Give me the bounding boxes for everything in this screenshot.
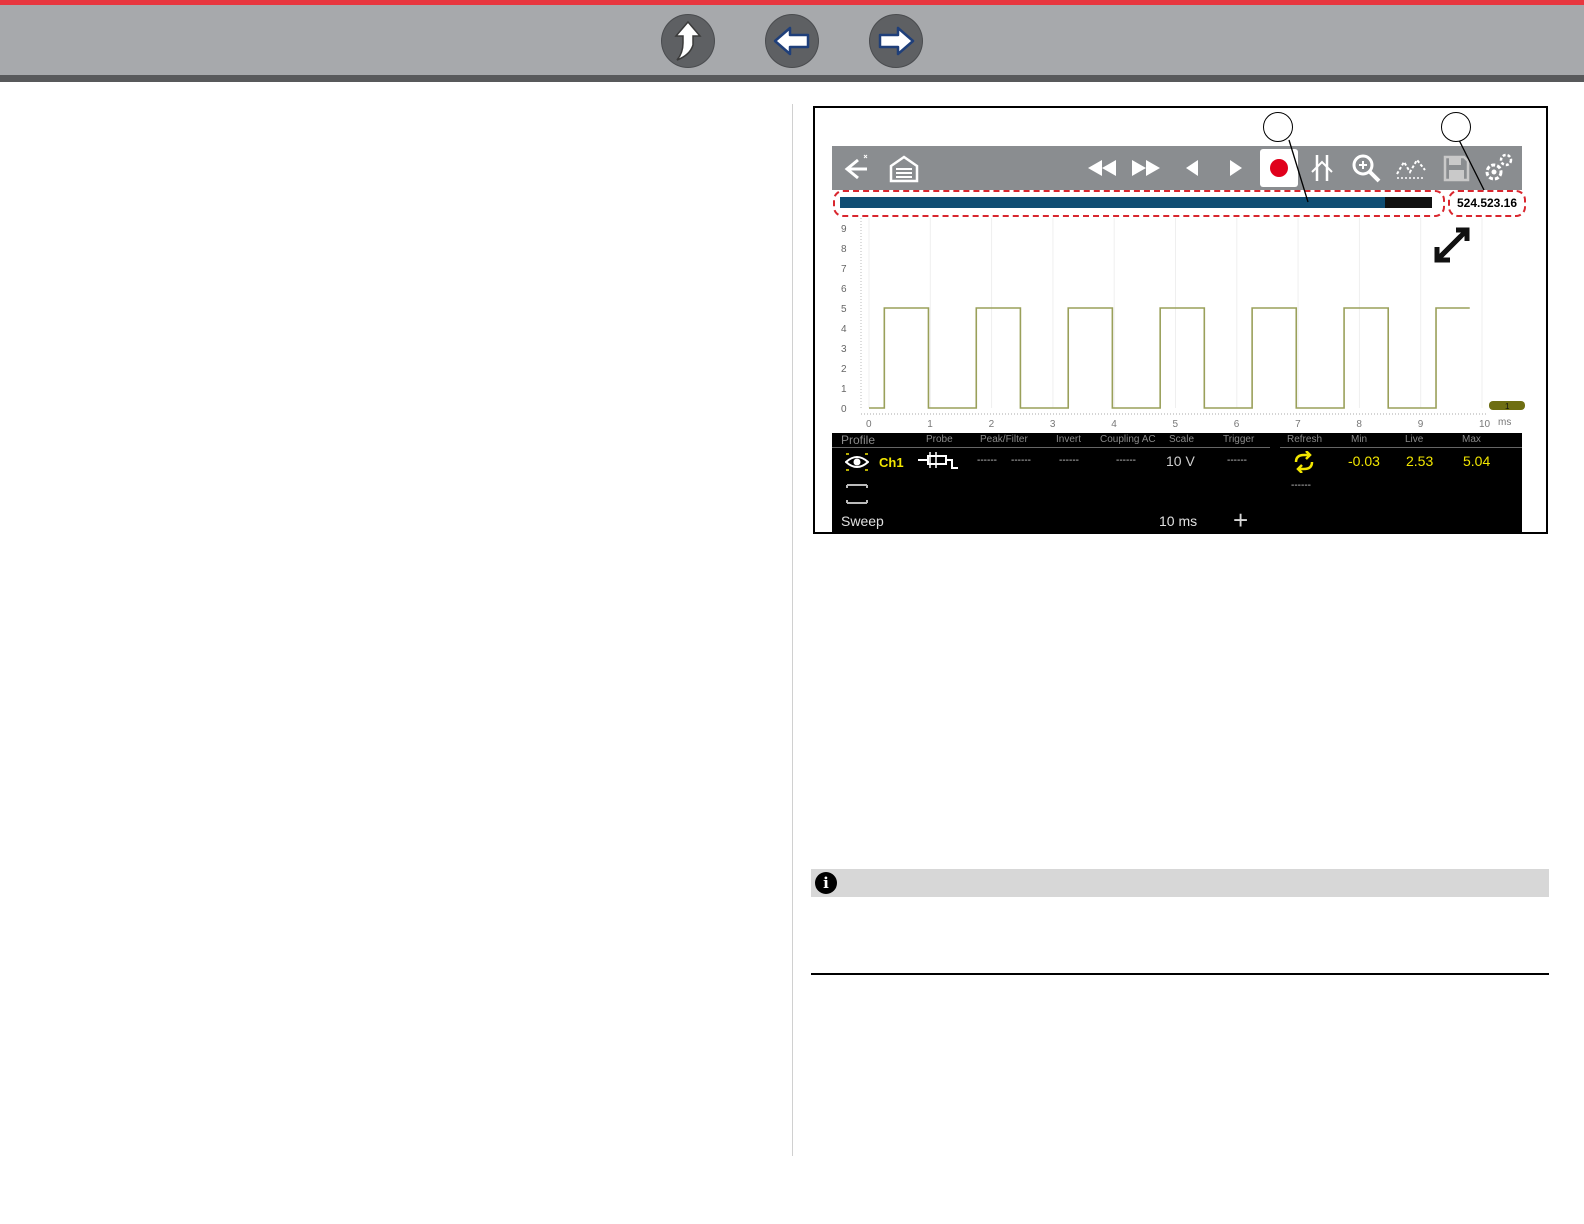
header-live: Live: [1405, 434, 1424, 445]
header-probe: Probe: [926, 434, 953, 445]
x-tick-label: 10: [1479, 419, 1491, 430]
header-refresh: Refresh: [1287, 434, 1323, 445]
section-rule: [811, 973, 1549, 975]
ch1-coupling[interactable]: ------: [1116, 455, 1136, 466]
x-tick-label: 1: [927, 419, 933, 430]
ch1-waveform-trace: [869, 307, 1470, 409]
header-divider-right: [1280, 447, 1522, 448]
column-divider: [792, 104, 793, 1156]
x-tick-label: 6: [1234, 419, 1240, 430]
x-tick-label: 2: [989, 419, 995, 430]
channel-1-marker[interactable]: 1: [815, 216, 1525, 436]
plot-grid: [860, 218, 1488, 415]
info-icon: i: [815, 872, 837, 894]
x-tick-label: 7: [1295, 419, 1301, 430]
channel-1-marker-label: 1: [1505, 402, 1510, 411]
channel-data-panel: Profile Probe Peak/Filter Invert Couplin…: [832, 433, 1522, 532]
expand-icon[interactable]: [1434, 227, 1470, 263]
up-arrow-icon: [674, 20, 702, 61]
sweep-label: Sweep: [841, 513, 884, 529]
add-channel-button[interactable]: +: [1233, 505, 1248, 532]
y-tick-label: 4: [841, 324, 847, 335]
y-tick-label: 7: [841, 264, 847, 275]
ch1-invert[interactable]: ------: [1059, 455, 1079, 466]
x-tick-label: 9: [1418, 419, 1424, 430]
header-trigger: Trigger: [1223, 434, 1255, 445]
ch1-max-value: 5.04: [1463, 453, 1491, 469]
left-arrow-icon: [773, 26, 810, 56]
y-tick-label: 1: [841, 384, 847, 395]
ch1-live-value: 2.53: [1406, 453, 1434, 469]
x-tick-label: 4: [1111, 419, 1117, 430]
refresh-icon[interactable]: [1292, 451, 1316, 473]
y-axis-ticks: 9 8 7 6 5 4 3 2 1 0: [841, 224, 847, 415]
ch2-refresh-value: ------: [1291, 480, 1311, 491]
waveform-plot[interactable]: 9876543210 0 1 2 3 4 5 6 7 8 9 10 ms 1: [815, 216, 1546, 436]
eye-icon[interactable]: [845, 452, 869, 472]
scope-screenshot-figure: 524.523.16 9876543210 0 1 2 3 4 5 6 7 8 9 10 ms 1 P…: [813, 106, 1548, 534]
right-arrow-icon: [878, 26, 915, 56]
header-profile: Profile: [841, 433, 876, 447]
up-arrow-button[interactable]: [662, 15, 714, 67]
ch1-min-value: -0.03: [1348, 453, 1380, 469]
x-tick-label: 5: [1173, 419, 1179, 430]
ch2-hidden-icon[interactable]: [845, 483, 869, 505]
y-tick-label: 3: [841, 344, 847, 355]
y-tick-label: 9: [841, 224, 847, 235]
y-tick-label: 5: [841, 304, 847, 315]
y-tick-label: 0: [841, 404, 847, 415]
x-axis-ticks: 0 1 2 3 4 5 6 7 8 9 10 ms: [866, 417, 1511, 430]
ch1-scale[interactable]: 10 V: [1166, 453, 1195, 469]
y-tick-label: 2: [841, 364, 847, 375]
y-tick-label: 8: [841, 244, 847, 255]
callout-circle-1: [1263, 112, 1293, 142]
header-coupling: Coupling AC: [1100, 434, 1156, 445]
ch1-filter[interactable]: ------: [1011, 455, 1031, 466]
callout-leaders: [1288, 139, 1485, 203]
sweep-value[interactable]: 10 ms: [1159, 513, 1197, 529]
header-max: Max: [1462, 434, 1481, 445]
probe-icon[interactable]: [916, 450, 962, 474]
ch1-trigger[interactable]: ------: [1227, 455, 1247, 466]
header-min: Min: [1351, 434, 1368, 445]
ch1-label[interactable]: Ch1: [879, 455, 904, 470]
header-divider-left: [832, 447, 1270, 448]
y-tick-label: 6: [841, 284, 847, 295]
forward-arrow-button[interactable]: [870, 15, 922, 67]
x-tick-label: 8: [1356, 419, 1362, 430]
header-invert: Invert: [1056, 434, 1082, 445]
header-scale: Scale: [1169, 434, 1195, 445]
x-tick-label: 0: [866, 419, 872, 430]
header-peak-filter: Peak/Filter: [980, 434, 1028, 445]
back-arrow-button[interactable]: [766, 15, 818, 67]
callout-circle-2: [1441, 112, 1471, 142]
note-header-bar: i: [811, 869, 1549, 897]
ch1-peak[interactable]: ------: [977, 455, 997, 466]
top-bar-shadow: [0, 75, 1584, 82]
x-axis-unit: ms: [1498, 417, 1511, 428]
x-tick-label: 3: [1050, 419, 1056, 430]
